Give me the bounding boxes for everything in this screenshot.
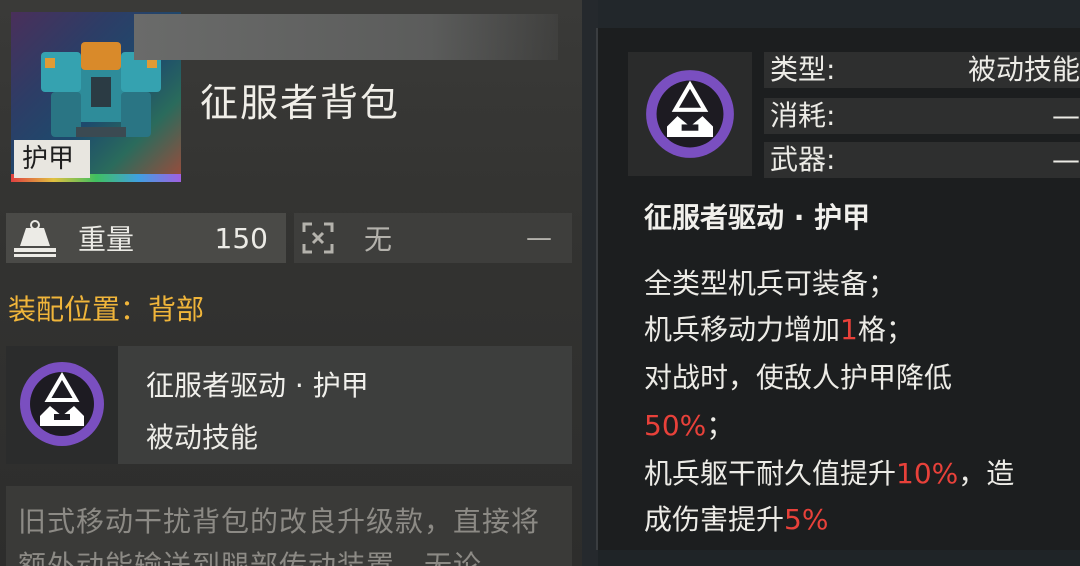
conqueror-emblem-icon xyxy=(20,362,104,446)
slot-stat: 无 — xyxy=(294,213,572,263)
tooltip-text: 格； xyxy=(857,313,914,346)
type-label: 类型: xyxy=(770,53,836,86)
weapon-label: 武器: xyxy=(770,143,836,176)
cost-label: 消耗: xyxy=(770,99,836,132)
tooltip-icon-frame xyxy=(628,52,752,176)
weight-stat: 重量 150 xyxy=(6,213,286,263)
weight-label: 重量 xyxy=(78,223,135,256)
tooltip-highlight: 50% xyxy=(644,409,707,442)
tooltip-text: ，造 xyxy=(958,457,1015,490)
tooltip-text: 全类型机兵可装备； xyxy=(644,267,897,300)
weight-icon xyxy=(14,220,56,257)
skill-icon-frame xyxy=(6,346,118,464)
item-description: 旧式移动干扰背包的改良升级款，直接将额外动能输送到腿部传动装置，无论 xyxy=(18,505,541,566)
tooltip-text: 成伤害提升 xyxy=(644,503,785,536)
tooltip-cost-row: 消耗: — xyxy=(764,98,1080,134)
item-title: 征服者背包 xyxy=(200,81,401,125)
slot-value: — xyxy=(526,223,552,253)
tooltip-line: 成伤害提升5% xyxy=(644,498,828,538)
cost-value: — xyxy=(1052,99,1080,132)
weight-value: 150 xyxy=(214,221,268,255)
tooltip-title: 征服者驱动 · 护甲 xyxy=(644,201,871,234)
tooltip-line: 50%； xyxy=(644,404,734,444)
tooltip-text: 机兵移动力增加 xyxy=(644,313,841,346)
tooltip-line: 对战时，使敌人护甲降低 xyxy=(644,356,952,396)
tooltip-highlight: 5% xyxy=(784,503,829,536)
tooltip-text: ； xyxy=(706,409,735,442)
item-detail-panel: 护甲 征服者背包 重量 150 无 — 装配位置：背部 征服者驱动 · 护甲 被… xyxy=(0,0,582,566)
skill-type: 被动技能 xyxy=(146,421,259,454)
tooltip-text: 机兵躯干耐久值提升 xyxy=(644,457,897,490)
tooltip-text: 对战时，使敌人护甲降低 xyxy=(644,361,953,394)
tooltip-line: 机兵躯干耐久值提升10%，造 xyxy=(644,452,1014,492)
tooltip-line: 机兵移动力增加1格； xyxy=(644,308,914,348)
weapon-value: — xyxy=(1052,143,1080,176)
tooltip-highlight: 1 xyxy=(840,313,858,346)
mount-position: 装配位置：背部 xyxy=(8,293,205,326)
type-value: 被动技能 xyxy=(967,53,1080,86)
tooltip-line: 全类型机兵可装备； xyxy=(644,262,896,302)
tooltip-weapon-row: 武器: — xyxy=(764,142,1080,178)
conqueror-emblem-icon xyxy=(646,70,734,158)
tooltip-highlight: 10% xyxy=(896,457,959,490)
tooltip-type-row: 类型: 被动技能 xyxy=(764,52,1080,88)
skill-name: 征服者驱动 · 护甲 xyxy=(146,369,369,402)
slot-label: 无 xyxy=(364,223,393,256)
skill-name-bar xyxy=(134,14,558,60)
item-category-tag: 护甲 xyxy=(14,140,90,178)
slot-icon xyxy=(302,222,334,254)
